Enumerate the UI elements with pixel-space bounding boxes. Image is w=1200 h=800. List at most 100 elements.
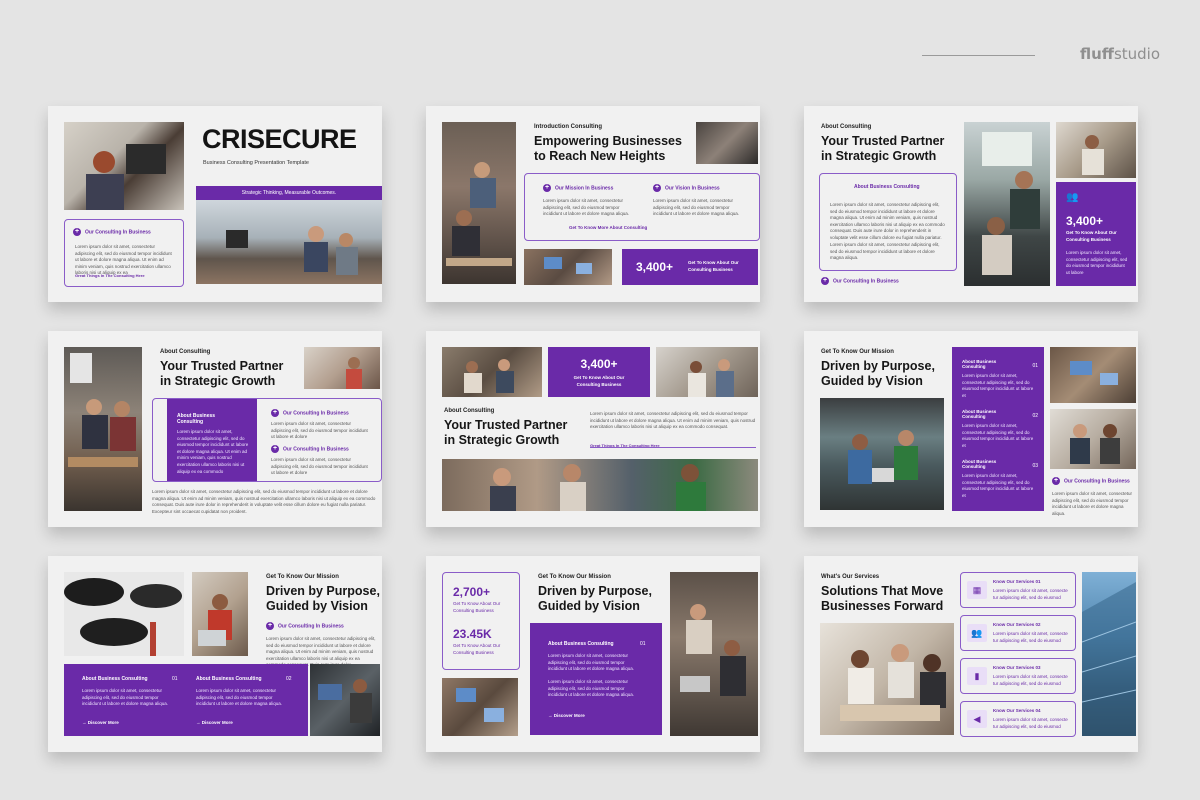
slide-1-footer[interactable]: Great Things In The Consulting Here xyxy=(75,273,145,278)
photo-laptops-top-view xyxy=(524,249,612,285)
slide-5-about[interactable]: 3,400+ Get To Know About Our Consulting … xyxy=(426,331,760,527)
service-card-1[interactable]: ▦ Know Our Services 01 Lorem ipsum dolor… xyxy=(960,572,1076,608)
photo-desk-overhead xyxy=(442,678,518,736)
photo-man-laptop xyxy=(192,572,248,656)
photo-glass-building xyxy=(1082,572,1136,736)
service-label: Know Our Services 01 xyxy=(993,579,1041,584)
service-label: Know Our Services 02 xyxy=(993,622,1041,627)
slide-1-card: + Our Consulting In Business Lorem ipsum … xyxy=(64,219,184,287)
service-body: Lorem ipsum dolor sit amet, consecte tur… xyxy=(993,717,1068,729)
slide-8-stats-card: 2,700+ Get To Know About Our Consulting … xyxy=(442,572,520,670)
slide-4-footer: Lorem ipsum dolor sit amet, consectetur … xyxy=(152,489,376,514)
slide-8-mission[interactable]: 2,700+ Get To Know About Our Consulting … xyxy=(426,556,760,752)
col-1-label: About Business Consulting xyxy=(82,676,148,682)
slide-6-mission[interactable]: Get To Know Our Mission Driven by Purpos… xyxy=(804,331,1138,527)
slide-3-card: About Business Consulting Lorem ipsum do… xyxy=(819,173,957,271)
slide-1-subtitle: Business Consulting Presentation Templat… xyxy=(203,160,309,166)
slide-1-link[interactable]: + Our Consulting In Business xyxy=(73,228,151,236)
slide-2-title-1: Empowering Businesses xyxy=(534,134,682,148)
item-label: About Business Consulting xyxy=(962,459,997,469)
photo-monitor-work xyxy=(310,664,380,736)
service-body: Lorem ipsum dolor sit amet, consecte tur… xyxy=(993,631,1068,643)
slide-8-panel: About Business Consulting 01 Lorem ipsum… xyxy=(530,623,662,735)
team-icon: 👥 xyxy=(967,624,987,642)
photo-team-discussion xyxy=(670,572,758,736)
slide-4-link-1[interactable]: + Our Consulting In Business xyxy=(271,409,349,417)
slide-8-stat-1: 2,700+ xyxy=(453,585,491,599)
plus-icon: + xyxy=(271,445,279,453)
slide-7-mission[interactable]: Get To Know Our Mission Driven by Purpos… xyxy=(48,556,382,752)
slide-3-eyebrow: About Consulting xyxy=(821,124,872,130)
slide-5-stat: 3,400+ xyxy=(580,357,618,371)
photo-women-collaborating xyxy=(820,623,954,735)
slide-7-title-2: Guided by Vision xyxy=(266,599,368,613)
slide-9-eyebrow: What's Our Services xyxy=(821,574,880,580)
slide-3-about[interactable]: About Consulting Your Trusted Partner in… xyxy=(804,106,1138,302)
calendar-icon: ▦ xyxy=(967,581,987,599)
slide-3-stat-box: 👥 3,400+ Get To Know About Our Consultin… xyxy=(1056,182,1136,286)
slide-6-title-1: Driven by Purpose, xyxy=(821,359,935,373)
photo-woman-at-desk xyxy=(64,122,184,210)
slide-2-intro[interactable]: Introduction Consulting Empowering Busin… xyxy=(426,106,760,302)
service-card-3[interactable]: ▮ Know Our Services 03 Lorem ipsum dolor… xyxy=(960,658,1076,694)
vision-body: Lorem ipsum dolor sit amet, consectetur … xyxy=(653,198,740,217)
slide-4-purple-panel: About Business Consulting Lorem ipsum do… xyxy=(167,399,257,481)
slide-5-stat-label: Get To Know About Our Consulting Busines… xyxy=(573,375,625,387)
slide-4-title-2: in Strategic Growth xyxy=(160,374,276,388)
mission-body: Lorem ipsum dolor sit amet, consectetur … xyxy=(543,198,630,217)
slide-4-body-1: Lorem ipsum dolor sit amet, consectetur … xyxy=(271,421,368,440)
slide-4-link-2[interactable]: + Our Consulting In Business xyxy=(271,445,349,453)
slide-4-box-body: Lorem ipsum dolor sit amet, consectetur … xyxy=(177,429,249,474)
plus-icon: + xyxy=(1052,477,1060,485)
photo-team-office xyxy=(196,200,382,284)
plus-icon: + xyxy=(821,277,829,285)
slide-2-cta[interactable]: Get To Know More About Consulting xyxy=(569,225,647,230)
slide-8-eyebrow: Get To Know Our Mission xyxy=(538,574,611,580)
slide-6-item-3: About Business Consulting 03 Lorem ipsum… xyxy=(952,459,1044,503)
slide-1-title[interactable]: CRISECURE Business Consulting Presentati… xyxy=(48,106,382,302)
slide-3-title-1: Your Trusted Partner xyxy=(821,134,945,148)
slide-5-body: Lorem ipsum dolor sit amet, consectetur … xyxy=(590,411,756,430)
slide-6-link-body: Lorem ipsum dolor sit amet, consectetur … xyxy=(1052,491,1133,516)
slide-4-body-2: Lorem ipsum dolor sit amet, consectetur … xyxy=(271,457,368,476)
photo-two-colleagues xyxy=(1050,409,1136,469)
brand-divider xyxy=(922,55,1035,56)
slide-9-services[interactable]: What's Our Services Solutions That Move … xyxy=(804,556,1138,752)
col-2-num: 02 xyxy=(286,676,292,682)
plus-icon: + xyxy=(271,409,279,417)
item-body: Lorem ipsum dolor sit amet, consectetur … xyxy=(962,373,1034,398)
col-1-body: Lorem ipsum dolor sit amet, consectetur … xyxy=(82,688,169,707)
photo-office-team xyxy=(820,398,944,510)
slide-5-divider xyxy=(590,447,756,448)
slide-8-stat-1-label: Get To Know About Our Consulting Busines… xyxy=(453,601,501,613)
col-1-more[interactable]: → Discover More xyxy=(82,720,119,725)
photo-whiteboard-team xyxy=(964,122,1050,286)
photo-sofa-meeting xyxy=(442,347,542,397)
slide-5-stat-box: 3,400+ Get To Know About Our Consulting … xyxy=(548,347,650,397)
item-number: 03 xyxy=(1032,463,1038,469)
slide-3-stat: 3,400+ xyxy=(1066,214,1104,228)
slide-8-box-label: About Business Consulting xyxy=(548,641,614,647)
slide-8-title-1: Driven by Purpose, xyxy=(538,584,652,598)
service-card-2[interactable]: 👥 Know Our Services 02 Lorem ipsum dolor… xyxy=(960,615,1076,651)
slide-8-stat-2-label: Get To Know About Our Consulting Busines… xyxy=(453,643,501,655)
slide-4-about[interactable]: About Consulting Your Trusted Partner in… xyxy=(48,331,382,527)
slide-3-link[interactable]: + Our Consulting In Business xyxy=(821,277,899,285)
brand-logo: fluffstudio xyxy=(1080,45,1161,63)
item-label: About Business Consulting xyxy=(962,359,997,369)
slide-3-stat-body: Lorem ipsum dolor sit amet, consectetur … xyxy=(1066,250,1128,275)
slide-6-item-2: About Business Consulting 02 Lorem ipsum… xyxy=(952,409,1044,453)
slide-5-eyebrow: About Consulting xyxy=(444,408,495,414)
vision-link[interactable]: + Our Vision In Business xyxy=(653,184,720,192)
slide-3-box-label: About Business Consulting xyxy=(854,184,920,190)
slide-6-link[interactable]: + Our Consulting In Business xyxy=(1052,477,1130,485)
slide-8-body-2: Lorem ipsum dolor sit amet, consectetur … xyxy=(548,679,635,698)
service-card-4[interactable]: ◀ Know Our Services 04 Lorem ipsum dolor… xyxy=(960,701,1076,737)
mission-link[interactable]: + Our Mission In Business xyxy=(543,184,613,192)
slide-8-more[interactable]: → Discover More xyxy=(548,713,585,718)
slide-7-link[interactable]: + Our Consulting In Business xyxy=(266,622,344,630)
slide-2-card: + Our Mission In Business Lorem ipsum dol… xyxy=(524,173,760,241)
slide-9-title-1: Solutions That Move xyxy=(821,584,944,598)
item-body: Lorem ipsum dolor sit amet, consectetur … xyxy=(962,423,1034,448)
col-2-more[interactable]: → Discover More xyxy=(196,720,233,725)
